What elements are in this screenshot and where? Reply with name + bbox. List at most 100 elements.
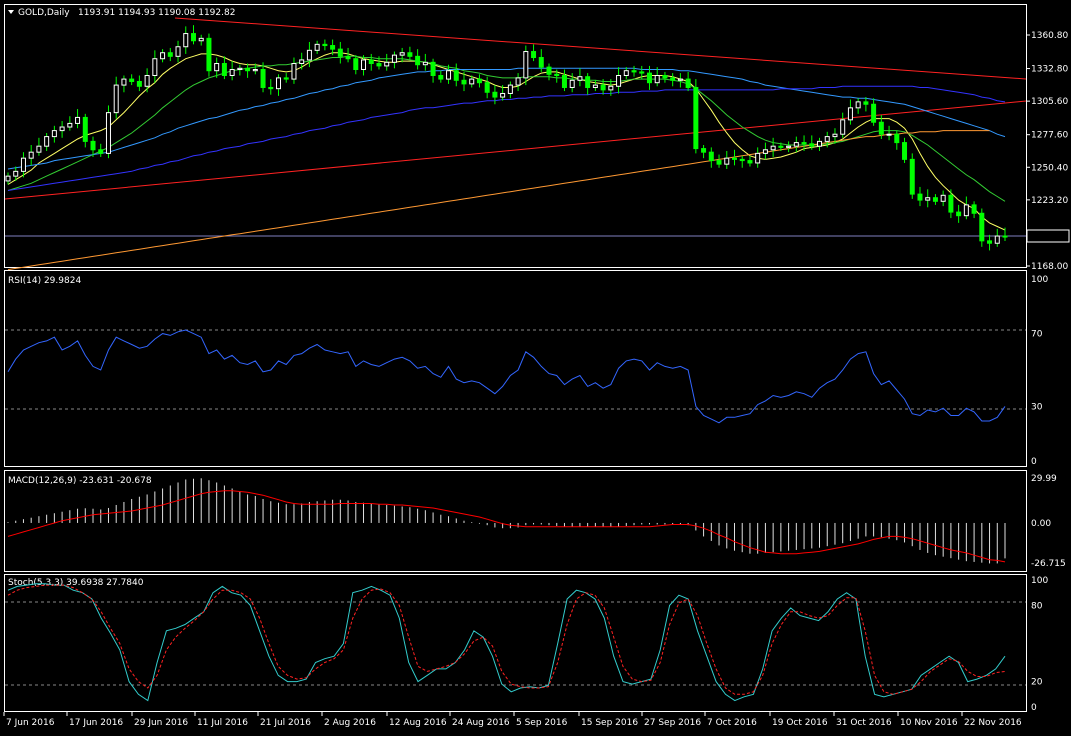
candle-body bbox=[832, 133, 838, 138]
candle-body bbox=[515, 77, 521, 86]
candle-body bbox=[283, 77, 289, 80]
candle-body bbox=[592, 84, 598, 88]
macd-tick-label: 0.00 bbox=[1031, 519, 1051, 529]
candle-body bbox=[469, 78, 475, 85]
candle-body bbox=[245, 67, 251, 72]
rsi-tick-label: 0 bbox=[1031, 457, 1037, 467]
date-tick-label: 17 Jun 2016 bbox=[69, 718, 123, 728]
candle-body bbox=[183, 33, 189, 48]
candle-body bbox=[314, 43, 320, 51]
macd-tick-label: 29.99 bbox=[1031, 474, 1057, 484]
candle-body bbox=[623, 70, 629, 76]
candle-body bbox=[59, 126, 65, 132]
price-tick-label: 1250.40 bbox=[1031, 163, 1068, 173]
candle-body bbox=[384, 61, 390, 67]
candle-body bbox=[105, 112, 111, 154]
candle-body bbox=[337, 48, 343, 57]
candle-body bbox=[948, 194, 954, 213]
candle-body bbox=[631, 70, 637, 73]
candle-body bbox=[422, 61, 428, 66]
date-tick-label: 19 Oct 2016 bbox=[772, 718, 828, 728]
candle-body bbox=[701, 148, 707, 153]
candle-body bbox=[376, 63, 382, 67]
candle-body bbox=[322, 43, 328, 47]
candle-body bbox=[994, 235, 1000, 244]
date-tick-label: 12 Aug 2016 bbox=[389, 718, 447, 728]
candle-body bbox=[229, 69, 235, 76]
candle-body bbox=[461, 79, 467, 85]
candle-body bbox=[731, 157, 737, 160]
candle-body bbox=[817, 140, 823, 147]
last-price-tag bbox=[1026, 229, 1070, 243]
candle-body bbox=[770, 145, 776, 151]
candle-body bbox=[778, 145, 784, 148]
candle-body bbox=[75, 116, 81, 124]
candle-body bbox=[175, 46, 181, 57]
date-tick-label: 5 Sep 2016 bbox=[516, 718, 568, 728]
candle-body bbox=[755, 152, 761, 164]
candle-body bbox=[36, 145, 42, 153]
candle-body bbox=[762, 149, 768, 154]
date-tick-label: 27 Sep 2016 bbox=[644, 718, 701, 728]
candle-body bbox=[569, 79, 575, 88]
candle-body bbox=[13, 170, 19, 177]
candle-body bbox=[299, 59, 305, 65]
candle-body bbox=[446, 70, 452, 80]
candle-body bbox=[5, 175, 11, 182]
candle-body bbox=[82, 116, 88, 142]
candle-body bbox=[577, 76, 583, 81]
candle-body bbox=[291, 63, 297, 80]
date-tick-label: 29 Jun 2016 bbox=[134, 718, 188, 728]
candle-body bbox=[345, 55, 351, 60]
price-tick-label: 1360.80 bbox=[1031, 31, 1068, 41]
candle-body bbox=[670, 77, 676, 81]
candle-body bbox=[129, 78, 135, 82]
date-tick-label: 15 Sep 2016 bbox=[581, 718, 638, 728]
date-tick-label: 21 Jul 2016 bbox=[260, 718, 311, 728]
date-tick-label: 24 Aug 2016 bbox=[452, 718, 510, 728]
candle-body bbox=[399, 52, 405, 56]
candle-body bbox=[113, 84, 119, 114]
date-tick-label: 7 Oct 2016 bbox=[707, 718, 757, 728]
candle-body bbox=[917, 193, 923, 201]
macd-header: MACD(12,26,9) -23.631 -20.678 bbox=[8, 476, 152, 486]
candle-body bbox=[909, 158, 915, 195]
candle-body bbox=[600, 84, 606, 91]
candle-body bbox=[801, 142, 807, 145]
candle-body bbox=[260, 69, 266, 88]
candle-body bbox=[685, 78, 691, 88]
stoch-header: Stoch(5,3,3) 39.6938 27.7840 bbox=[8, 578, 144, 588]
candle-body bbox=[747, 160, 753, 164]
price-tick-label: 1277.60 bbox=[1031, 131, 1068, 141]
stoch-tick-label: 100 bbox=[1031, 576, 1048, 586]
candle-body bbox=[276, 77, 282, 90]
date-tick-label: 7 Jun 2016 bbox=[6, 718, 55, 728]
candle-body bbox=[306, 49, 312, 61]
candle-body bbox=[677, 78, 683, 81]
candle-body bbox=[871, 103, 877, 123]
candle-body bbox=[190, 33, 196, 42]
candle-body bbox=[646, 72, 652, 84]
candle-body bbox=[44, 136, 50, 147]
date-tick-label: 2 Aug 2016 bbox=[324, 718, 376, 728]
candle-body bbox=[28, 151, 34, 159]
candle-body bbox=[561, 74, 567, 88]
candle-body bbox=[90, 140, 96, 151]
candle-body bbox=[121, 78, 127, 86]
candle-body bbox=[353, 58, 359, 71]
candle-body bbox=[809, 143, 815, 147]
candle-body bbox=[198, 37, 204, 42]
ohlc-header: 1193.91 1194.93 1190.08 1192.82 bbox=[78, 8, 235, 18]
trading-chart[interactable]: GOLD,Daily 1193.91 1194.93 1190.08 1192.… bbox=[0, 0, 1071, 736]
candle-body bbox=[136, 80, 142, 87]
candle-body bbox=[987, 240, 993, 244]
date-tick-label: 22 Nov 2016 bbox=[964, 718, 1022, 728]
rsi-tick-label: 100 bbox=[1031, 275, 1048, 285]
candle-body bbox=[662, 74, 668, 79]
date-tick-label: 11 Jul 2016 bbox=[197, 718, 248, 728]
candle-body bbox=[361, 59, 367, 71]
candle-body bbox=[237, 67, 243, 71]
candle-body bbox=[693, 86, 699, 150]
candle-body bbox=[840, 119, 846, 135]
stoch-tick-label: 0 bbox=[1031, 703, 1037, 713]
